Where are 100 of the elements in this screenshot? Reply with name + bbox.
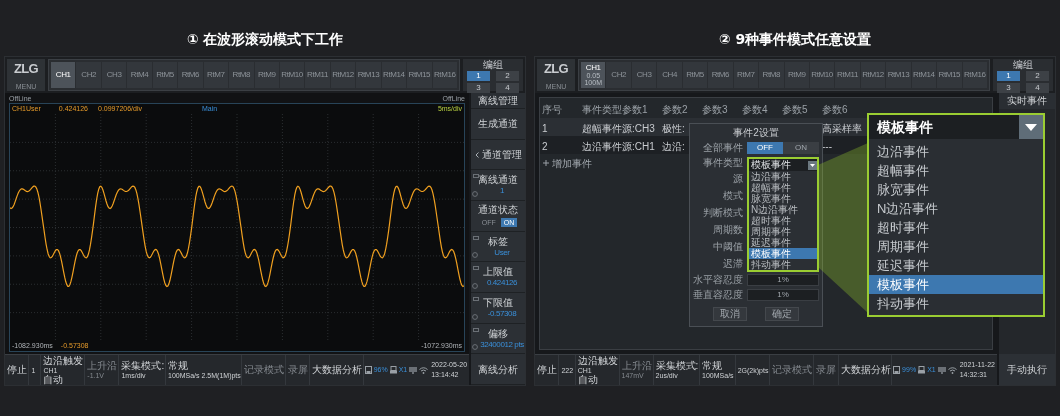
event-type-select[interactable]: 模板事件 xyxy=(869,115,1043,139)
group-button[interactable]: 4 xyxy=(496,83,519,93)
channel-tab[interactable]: RtM6 xyxy=(178,62,203,88)
column-header: 事件类型 xyxy=(582,104,622,115)
channel-tab[interactable]: RtM11 xyxy=(305,62,330,88)
channel-tab[interactable]: RtM15 xyxy=(407,62,432,88)
menu-item[interactable]: 通道管理 xyxy=(471,139,525,171)
channel-tab[interactable]: RtM8 xyxy=(229,62,254,88)
status-cell: 录屏 xyxy=(285,355,311,385)
item-value: User xyxy=(494,247,510,258)
group-button[interactable]: 1 xyxy=(467,71,490,81)
channel-tab[interactable]: RtM13 xyxy=(356,62,381,88)
menu-item[interactable]: 偏移 32400012 pts xyxy=(471,323,525,355)
add-event-button[interactable]: 增加事件 xyxy=(543,155,592,171)
dropdown-option[interactable]: 边沿事件 xyxy=(869,142,1043,161)
channel-tab[interactable]: CH2 xyxy=(76,62,101,88)
channel-tab[interactable]: CH4 xyxy=(657,62,682,88)
channel-tab[interactable]: RtM16 xyxy=(962,62,987,88)
knob-icon xyxy=(472,283,478,290)
channel-tab[interactable]: RtM4 xyxy=(127,62,152,88)
item-label: 标签 xyxy=(488,235,508,248)
dropdown-option[interactable]: 抖动事件 xyxy=(749,259,817,270)
menu-item[interactable]: 离线分析 xyxy=(471,354,525,386)
status-cell: 停止 xyxy=(535,355,560,385)
dropdown-option[interactable]: 脉宽事件 xyxy=(869,180,1043,199)
table-cell: 极性: xyxy=(662,123,685,134)
dropdown-option[interactable]: 脉宽事件 xyxy=(749,193,817,204)
dropdown-option[interactable]: 模板事件 xyxy=(869,275,1043,294)
toggle-option[interactable]: ON xyxy=(783,142,819,154)
input-field[interactable]: 1% xyxy=(747,289,819,301)
channel-tab[interactable]: RtM9 xyxy=(784,62,809,88)
status-cell: 记录模式 xyxy=(770,355,815,385)
group-button[interactable]: 1 xyxy=(997,71,1020,81)
dialog-button[interactable]: 确定 xyxy=(765,307,799,321)
group-button[interactable]: 2 xyxy=(496,71,519,81)
dropdown-option[interactable]: 模板事件 xyxy=(749,248,817,259)
dropdown-option[interactable]: 边沿事件 xyxy=(749,171,817,182)
column-header: 序号 xyxy=(542,104,562,115)
sidebar-header: 离线管理 xyxy=(471,93,525,109)
menu-item[interactable]: 生成通道 xyxy=(471,109,525,140)
channel-tab[interactable]: CH3 xyxy=(101,62,127,88)
channel-tab[interactable]: RtM12 xyxy=(330,62,356,88)
channel-tab[interactable]: CH1 xyxy=(51,62,76,88)
field-label: 全部事件 xyxy=(702,142,743,154)
channel-tab[interactable]: RtM14 xyxy=(911,62,937,88)
channel-tab[interactable]: RtM5 xyxy=(682,62,708,88)
status-cell: 停止 xyxy=(5,355,30,385)
channel-tab[interactable]: RtM16 xyxy=(432,62,457,88)
dropdown-option[interactable]: N边沿事件 xyxy=(869,199,1043,218)
channel-tab[interactable]: RtM11 xyxy=(835,62,860,88)
dialog-button[interactable]: 取消 xyxy=(713,307,747,321)
dropdown-option[interactable]: 延迟事件 xyxy=(749,237,817,248)
dropdown-option[interactable]: 周期事件 xyxy=(869,237,1043,256)
channel-tab[interactable]: RtM6 xyxy=(708,62,733,88)
menu-item[interactable]: 标签 User xyxy=(471,231,525,263)
status-cell: 大数据分析 xyxy=(310,355,364,385)
dropdown-option[interactable]: 延迟事件 xyxy=(869,256,1043,275)
channel-tab[interactable]: CH2 xyxy=(606,62,631,88)
event-type-select[interactable]: 模板事件 xyxy=(749,159,817,171)
menu-item[interactable]: 下限值 -0.57308 xyxy=(471,293,525,324)
dropdown-option[interactable]: 周期事件 xyxy=(749,226,817,237)
channel-tab[interactable]: RtM9 xyxy=(254,62,279,88)
channel-tab[interactable]: RtM10 xyxy=(809,62,835,88)
menu-item[interactable]: 上限值 0.424126 xyxy=(471,262,525,294)
channel-tab[interactable]: RtM10 xyxy=(279,62,305,88)
channel-tab[interactable]: RtM5 xyxy=(152,62,178,88)
column-header: 参数2 xyxy=(662,104,688,115)
item-value: 1 xyxy=(499,186,505,197)
dropdown-option[interactable]: 超幅事件 xyxy=(869,161,1043,180)
toggle-option[interactable]: OFF xyxy=(747,142,783,154)
table-cell: 2 xyxy=(542,141,548,152)
channel-tab[interactable]: RtM7 xyxy=(203,62,229,88)
channel-tab[interactable]: RtM12 xyxy=(860,62,886,88)
channel-tab[interactable]: RtM7 xyxy=(733,62,759,88)
chevron-left-icon xyxy=(474,151,479,158)
manual-run-button[interactable]: 手动执行 xyxy=(999,354,1055,385)
channel-tab[interactable]: RtM14 xyxy=(381,62,407,88)
plus-icon xyxy=(543,160,549,166)
usb-icon xyxy=(918,366,926,374)
group-label: 编组 xyxy=(1013,60,1033,70)
channel-tab[interactable]: RtM13 xyxy=(886,62,911,88)
menu-item[interactable]: 离线通道 1 xyxy=(471,170,525,201)
status-cell: 大数据分析 xyxy=(838,355,893,385)
dropdown-option[interactable]: N边沿事件 xyxy=(749,204,817,215)
knob-icon xyxy=(472,191,478,197)
dropdown-option[interactable]: 超时事件 xyxy=(869,218,1043,237)
group-button[interactable]: 3 xyxy=(467,83,490,93)
group-button[interactable]: 3 xyxy=(997,83,1020,93)
dropdown-option[interactable]: 抖动事件 xyxy=(869,294,1043,313)
section-title: ② 9种事件模式任意设置 xyxy=(717,30,873,49)
input-field[interactable]: 1% xyxy=(747,274,819,286)
dropdown-option[interactable]: 超幅事件 xyxy=(749,182,817,193)
field-label: 中阈值 xyxy=(712,241,743,253)
wifi-icon xyxy=(419,366,429,374)
channel-tab[interactable]: RtM15 xyxy=(937,62,962,88)
dropdown-option[interactable]: 超时事件 xyxy=(749,215,817,226)
channel-tab[interactable]: RtM8 xyxy=(759,62,784,88)
group-button[interactable]: 2 xyxy=(1026,71,1049,81)
group-button[interactable]: 4 xyxy=(1026,83,1049,93)
channel-tab[interactable]: CH3 xyxy=(631,62,657,88)
